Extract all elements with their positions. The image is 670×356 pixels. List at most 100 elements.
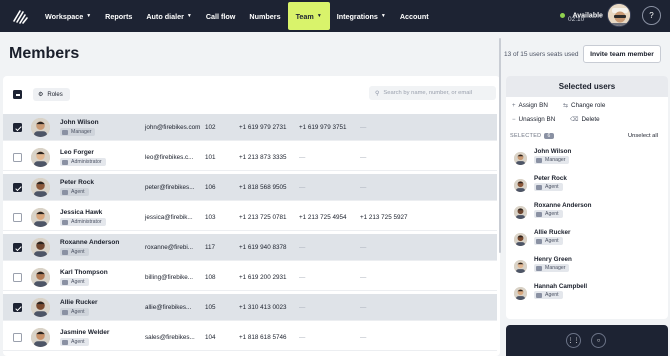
selected-user-item[interactable]: Henry Green Manager [512, 256, 662, 278]
table-row[interactable]: Allie Rucker Agent allie@firebikes... 105 +1… [3, 294, 497, 321]
table-row[interactable]: Jessica Hawk Administrator jessica@firebik… [3, 204, 497, 231]
nav-item-workspace[interactable]: Workspace ▼ [38, 2, 98, 30]
member-phone-2: — [299, 274, 306, 281]
nav-item-label: Call flow [205, 11, 236, 21]
selected-user-item[interactable]: Roxanne Anderson Agent [512, 202, 662, 224]
invite-team-member-button[interactable]: Invite team member [583, 45, 661, 63]
roles-filter-button[interactable]: ⚙ Roles [33, 88, 70, 101]
member-extension: 104 [205, 334, 216, 341]
member-phone-3: — [360, 244, 367, 251]
table-row[interactable]: Karl Thompson Agent billing@firebike... 108… [3, 264, 497, 291]
table-scrollbar[interactable] [499, 38, 501, 253]
member-phone-1: +1 619 979 2731 [239, 124, 287, 131]
search-input[interactable] [383, 90, 489, 96]
selected-user-name: Peter Rock [534, 175, 567, 182]
user-avatar[interactable] [607, 3, 631, 27]
top-navigation-bar: Workspace ▼ Reports Auto dialer ▼ Call flow Nu… [0, 0, 670, 32]
member-phone-1: +1 619 200 2931 [239, 274, 287, 281]
role-label: Administrator [71, 219, 102, 225]
member-name: Peter Rock [60, 179, 94, 186]
member-extension: 108 [205, 274, 216, 281]
selected-user-name: Roxanne Anderson [534, 202, 592, 209]
role-badge: Manager [60, 128, 96, 136]
selected-user-item[interactable]: Peter Rock Agent [512, 175, 662, 197]
call-timer: 02:10 [568, 16, 585, 23]
unassign-bn-button[interactable]: − Unassign BN [512, 114, 555, 125]
member-email: allie@firebikes... [145, 304, 192, 311]
row-checkbox[interactable] [13, 333, 22, 342]
dialpad-icon[interactable]: ⋮⋮ [566, 333, 581, 348]
row-checkbox[interactable] [13, 243, 22, 252]
selected-user-name: Hannah Campbell [534, 283, 588, 290]
member-phone-2: — [299, 154, 306, 161]
role-badge: Agent [60, 248, 89, 256]
help-button[interactable]: ? [642, 6, 661, 25]
nav-item-integrations[interactable]: Integrations ▼ [330, 2, 393, 30]
member-phone-2: +1 619 979 3751 [299, 124, 347, 131]
table-row[interactable]: Peter Rock Agent peter@firebikes... 106 +1 8… [3, 174, 497, 201]
member-extension: 102 [205, 124, 216, 131]
selected-user-item[interactable]: John Wilson Manager [512, 148, 662, 170]
table-row[interactable]: Jasmine Welder Agent sales@firebikes... 104… [3, 324, 497, 351]
table-toolbar: ⚙ Roles ⚲ [3, 76, 500, 108]
trash-icon: ⌫ [570, 117, 579, 123]
avatar [31, 178, 50, 197]
selected-label-text: SELECTED [510, 133, 542, 139]
role-label: Manager [545, 265, 566, 271]
select-all-checkbox[interactable] [13, 90, 22, 99]
table-row[interactable]: Leo Forger Administrator leo@firebikes.c..… [3, 144, 497, 171]
avatar [31, 148, 50, 167]
member-phone-2: — [299, 304, 306, 311]
member-phone-2: — [299, 244, 306, 251]
delete-button[interactable]: ⌫ Delete [570, 114, 600, 125]
assign-bn-button[interactable]: + Assign BN [512, 100, 548, 111]
hand-logo-icon[interactable] [11, 7, 29, 25]
member-phone-3: — [360, 154, 367, 161]
table-row[interactable]: Roxanne Anderson Agent roxanne@firebi... 11… [3, 234, 497, 261]
unselect-all-link[interactable]: Unselect all [628, 133, 658, 139]
selected-user-item[interactable]: Allie Rucker Agent [512, 229, 662, 251]
change-role-button[interactable]: ⇆ Change role [563, 100, 605, 111]
role-icon [62, 279, 68, 285]
selected-user-item[interactable]: Hannah Campbell Agent [512, 283, 662, 305]
avatar [514, 233, 527, 246]
row-checkbox[interactable] [13, 213, 22, 222]
nav-item-label: Auto dialer [146, 11, 184, 21]
role-icon [62, 189, 68, 195]
member-name: John Wilson [60, 119, 99, 126]
role-icon [62, 129, 68, 135]
availability-status[interactable]: Available 02:10 [560, 7, 603, 25]
member-phone-1: +1 213 725 0781 [239, 214, 287, 221]
row-checkbox[interactable] [13, 303, 22, 312]
role-label: Administrator [71, 159, 102, 165]
role-badge: Agent [60, 188, 89, 196]
member-email: roxanne@firebi... [145, 244, 194, 251]
role-icon [62, 339, 68, 345]
selected-user-name: Allie Rucker [534, 229, 571, 236]
minus-icon: − [512, 116, 516, 123]
row-checkbox[interactable] [13, 273, 22, 282]
nav-item-label: Integrations [336, 11, 378, 21]
chat-icon[interactable]: ○ [591, 333, 606, 348]
member-email: billing@firebike... [145, 274, 194, 281]
change-role-label: Change role [571, 102, 606, 109]
role-label: Agent [545, 292, 559, 298]
nav-item-team[interactable]: Team ▼ [287, 2, 330, 30]
selected-count-badge: 6 [544, 133, 554, 139]
avatar [31, 298, 50, 317]
row-checkbox[interactable] [13, 153, 22, 162]
nav-item-auto-dialer[interactable]: Auto dialer ▼ [139, 2, 199, 30]
selected-count-label: SELECTED 6 [510, 133, 554, 139]
nav-item-account[interactable]: Account [393, 2, 436, 30]
chevron-down-icon: ▼ [316, 13, 322, 19]
nav-item-numbers[interactable]: Numbers [242, 2, 287, 30]
row-checkbox[interactable] [13, 123, 22, 132]
member-extension: 101 [205, 154, 216, 161]
row-checkbox[interactable] [13, 183, 22, 192]
table-row[interactable]: John Wilson Manager john@firebikes.com 102 +… [3, 114, 497, 141]
nav-item-call-flow[interactable]: Call flow [199, 2, 243, 30]
member-extension: 117 [205, 244, 216, 251]
role-icon [536, 184, 542, 190]
selected-users-panel: Selected users + Assign BN ⇆ Change role… [506, 76, 668, 319]
nav-item-reports[interactable]: Reports [98, 2, 139, 30]
